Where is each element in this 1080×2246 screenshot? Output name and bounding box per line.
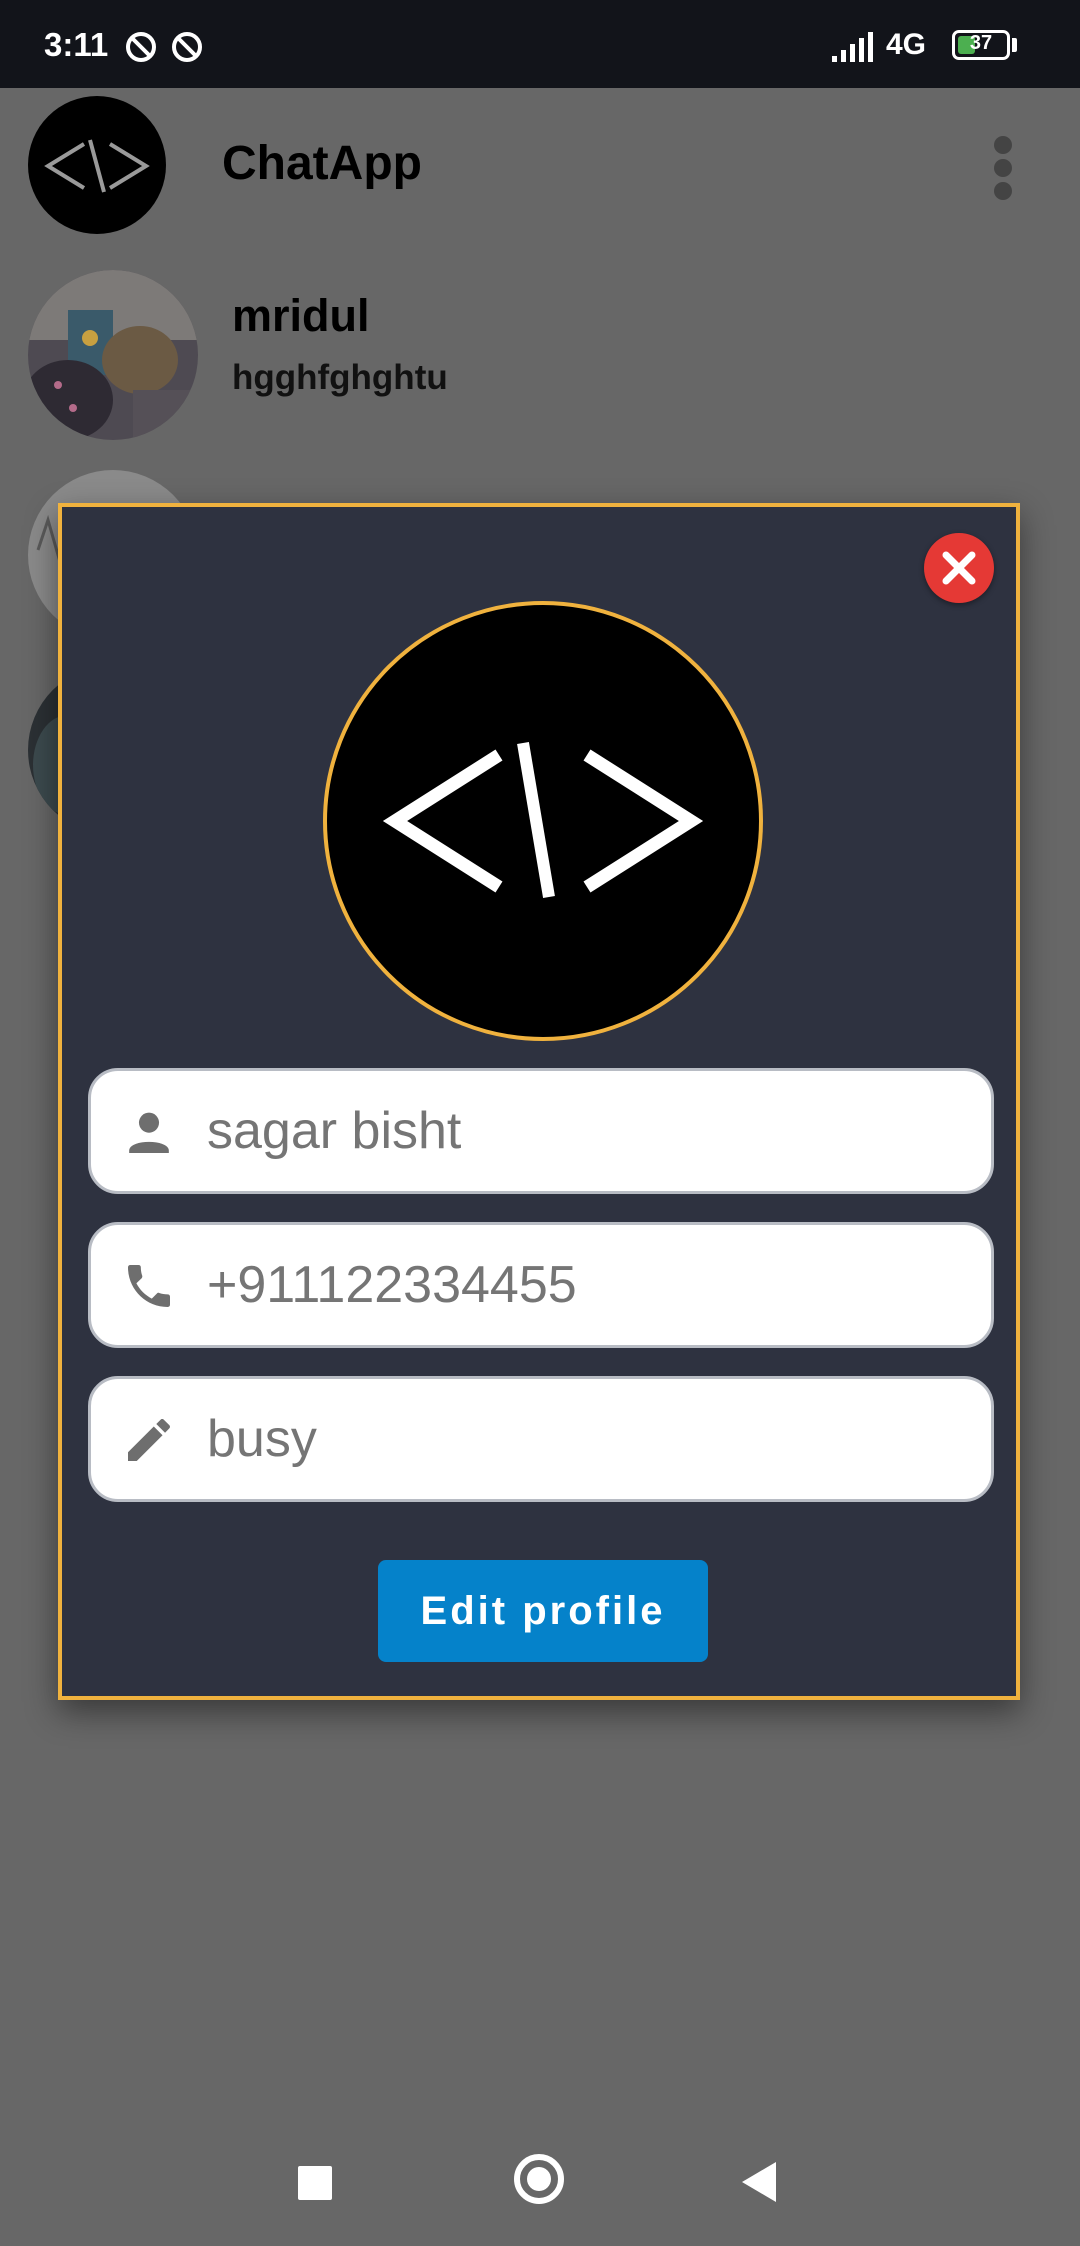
contact-photo [28, 270, 198, 440]
chat-list-item[interactable]: mridul hgghfghghtu [0, 270, 1080, 460]
network-type: 4G [886, 28, 927, 61]
battery-tip [1012, 38, 1017, 52]
status-bar: 3:11 4G 37 [0, 0, 1080, 88]
person-icon [129, 1112, 169, 1153]
profile-avatar[interactable] [323, 601, 763, 1041]
app-logo[interactable] [28, 96, 166, 234]
contact-name: mridul [232, 290, 370, 341]
close-button[interactable] [924, 533, 994, 603]
status-time: 3:11 [44, 26, 109, 63]
signal-icon [832, 32, 873, 62]
pencil-icon [128, 1419, 170, 1461]
recent-apps-icon[interactable] [298, 2166, 332, 2200]
navigation-bar [0, 2130, 1080, 2246]
more-vert-icon[interactable] [980, 128, 1028, 208]
avatar [28, 270, 198, 440]
status-input[interactable] [207, 1379, 967, 1499]
last-message: hgghfghghtu [232, 358, 448, 397]
edit-profile-button[interactable]: Edit profile [378, 1560, 708, 1662]
code-logo-icon [382, 742, 704, 898]
phone-icon [128, 1265, 170, 1307]
name-input[interactable] [207, 1071, 967, 1191]
battery-level: 37 [969, 32, 993, 54]
profile-dialog: Edit profile [58, 503, 1020, 1700]
app-bar: ChatApp [0, 88, 1080, 248]
status-field[interactable] [88, 1376, 994, 1502]
dnd-icon [172, 32, 202, 62]
name-field[interactable] [88, 1068, 994, 1194]
dnd-icon [126, 32, 156, 62]
home-icon[interactable] [514, 2154, 564, 2204]
close-icon [942, 551, 976, 585]
phone-field[interactable] [88, 1222, 994, 1348]
battery-icon: 37 [952, 30, 1010, 60]
back-icon[interactable] [742, 2162, 776, 2202]
phone-input[interactable] [207, 1225, 967, 1345]
code-logo-icon [44, 139, 150, 193]
app-title: ChatApp [222, 137, 422, 190]
